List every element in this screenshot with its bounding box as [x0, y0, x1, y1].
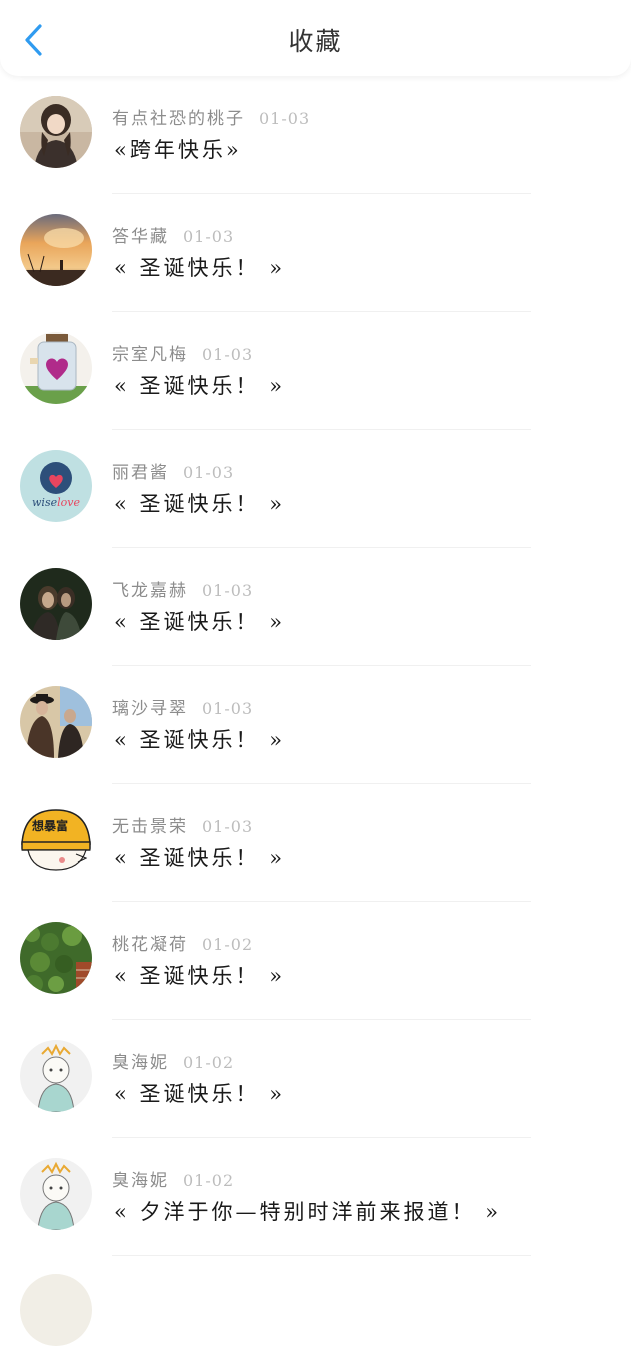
- list-item[interactable]: 宗室凡梅 01-03 « 圣诞快乐！ »: [0, 312, 631, 430]
- avatar[interactable]: [20, 214, 92, 286]
- post-date: 01-02: [183, 1053, 235, 1072]
- favorite-message[interactable]: « 圣诞快乐！ »: [114, 842, 285, 872]
- page-title: 收藏: [288, 27, 343, 56]
- post-date: 01-03: [183, 227, 235, 246]
- list-item[interactable]: 有点社恐的桃子 01-03 «跨年快乐»: [0, 76, 631, 194]
- avatar[interactable]: [20, 1274, 92, 1346]
- favorite-message[interactable]: « 圣诞快乐！ »: [114, 960, 285, 990]
- favorite-message[interactable]: « 圣诞快乐！ »: [114, 488, 285, 518]
- username[interactable]: 飞龙嘉赫: [112, 581, 188, 601]
- list-item[interactable]: 臭海妮 01-02 « 夕洋于你—特别时洋前来报道！ »: [0, 1138, 631, 1256]
- username[interactable]: 桃花凝荷: [112, 935, 188, 955]
- avatar[interactable]: [20, 1040, 92, 1112]
- post-date: 01-03: [202, 817, 254, 836]
- list-item[interactable]: 答华藏 01-03 « 圣诞快乐！ »: [0, 194, 631, 312]
- post-date: 01-02: [183, 1171, 235, 1190]
- favorite-message[interactable]: « 夕洋于你—特别时洋前来报道！ »: [114, 1196, 501, 1226]
- favorite-message[interactable]: « 圣诞快乐！ »: [114, 606, 285, 636]
- avatar[interactable]: [20, 922, 92, 994]
- favorite-message[interactable]: «跨年快乐»: [114, 134, 242, 164]
- list-item[interactable]: wiselove 丽君酱 01-03 « 圣诞快乐！ »: [0, 430, 631, 548]
- divider: [112, 1255, 531, 1256]
- username[interactable]: 臭海妮: [112, 1171, 169, 1191]
- avatar[interactable]: [20, 96, 92, 168]
- avatar[interactable]: [20, 332, 92, 404]
- username[interactable]: 丽君酱: [112, 463, 169, 483]
- favorite-message[interactable]: « 圣诞快乐！ »: [114, 252, 285, 282]
- post-date: 01-03: [202, 581, 254, 600]
- username[interactable]: 臭海妮: [112, 1053, 169, 1073]
- username[interactable]: 璃沙寻翠: [112, 699, 188, 719]
- favorite-message[interactable]: « 圣诞快乐！ »: [114, 724, 285, 754]
- username[interactable]: 宗室凡梅: [112, 345, 188, 365]
- post-date: 01-03: [183, 463, 235, 482]
- avatar[interactable]: 想暴富: [20, 804, 92, 876]
- svg-text:想暴富: 想暴富: [31, 818, 68, 833]
- avatar[interactable]: [20, 1158, 92, 1230]
- avatar[interactable]: wiselove: [20, 450, 92, 522]
- favorites-list: 有点社恐的桃子 01-03 «跨年快乐» 答华藏 01-03 « 圣诞快乐！ »…: [0, 76, 631, 1256]
- favorite-message[interactable]: « 圣诞快乐！ »: [114, 370, 285, 400]
- avatar[interactable]: [20, 686, 92, 758]
- list-item[interactable]: 想暴富 无击景荣 01-03 « 圣诞快乐！ »: [0, 784, 631, 902]
- header-bar: 收藏: [0, 0, 631, 76]
- list-item[interactable]: 飞龙嘉赫 01-03 « 圣诞快乐！ »: [0, 548, 631, 666]
- username[interactable]: 有点社恐的桃子: [112, 109, 245, 129]
- username[interactable]: 无击景荣: [112, 817, 188, 837]
- list-item[interactable]: 璃沙寻翠 01-03 « 圣诞快乐！ »: [0, 666, 631, 784]
- favorite-message[interactable]: « 圣诞快乐！ »: [114, 1078, 285, 1108]
- post-date: 01-02: [202, 935, 254, 954]
- post-date: 01-03: [202, 699, 254, 718]
- post-date: 01-03: [259, 109, 311, 128]
- avatar[interactable]: [20, 568, 92, 640]
- svg-text:wiselove: wiselove: [32, 496, 80, 509]
- list-item[interactable]: 桃花凝荷 01-02 « 圣诞快乐！ »: [0, 902, 631, 1020]
- list-item[interactable]: 臭海妮 01-02 « 圣诞快乐！ »: [0, 1020, 631, 1138]
- post-date: 01-03: [202, 345, 254, 364]
- username[interactable]: 答华藏: [112, 227, 169, 247]
